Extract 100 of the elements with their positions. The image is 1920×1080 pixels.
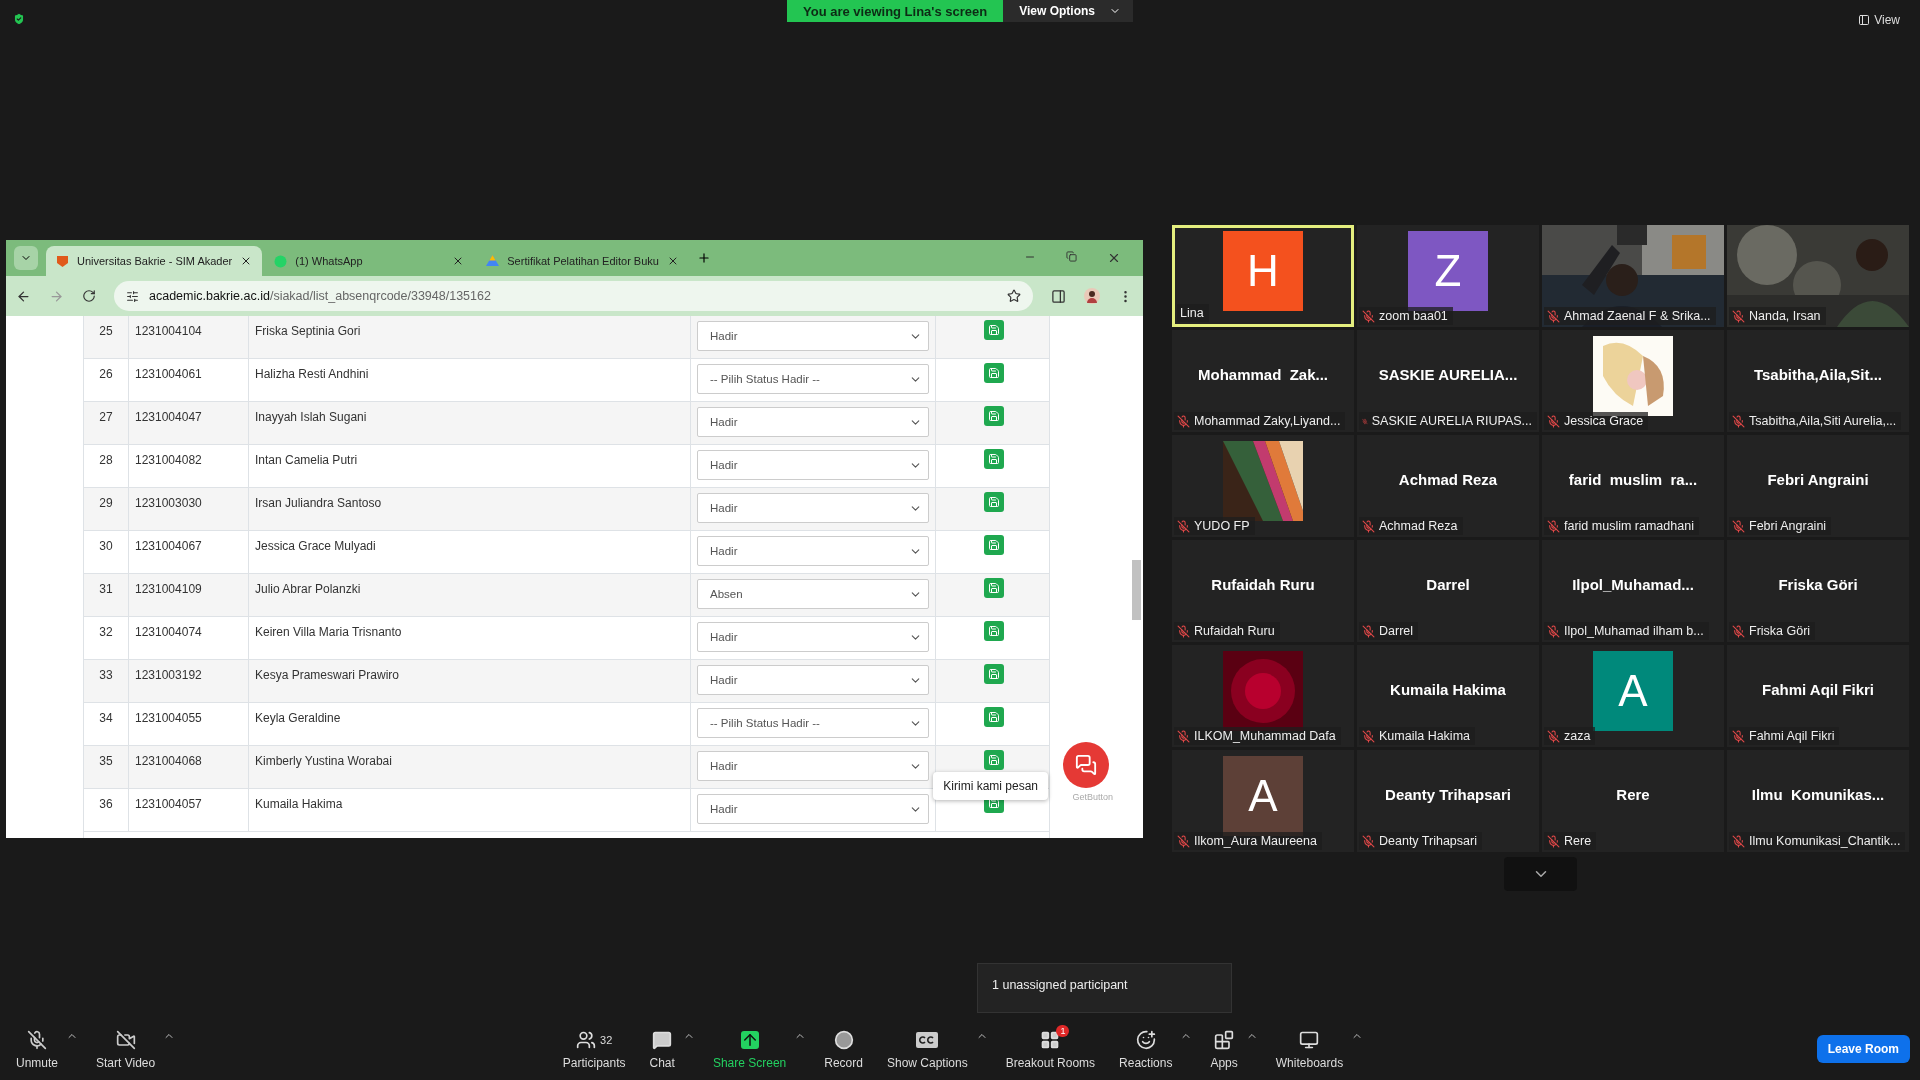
save-button[interactable]: [983, 621, 1004, 641]
record-button[interactable]: Record: [818, 1026, 869, 1072]
name-label: SASKIE AURELIA RIUPAS...: [1359, 412, 1537, 430]
viewing-banner: You are viewing Lina's screen: [787, 0, 1004, 22]
monitor-icon: [1299, 1030, 1320, 1050]
status-select[interactable]: Hadir: [697, 536, 929, 566]
captions-button[interactable]: Show Captions: [880, 1026, 974, 1072]
whiteboards-button[interactable]: Whiteboards: [1269, 1026, 1350, 1072]
participant-tile[interactable]: Fahmi Aqil Fikri Fahmi Aqil Fikri: [1727, 645, 1909, 747]
status-select[interactable]: Hadir: [697, 321, 929, 351]
student-id: 1231003030: [129, 488, 249, 530]
address-field[interactable]: academic.bakrie.ac.id/siakad/list_absenqrcode/33948/135162: [114, 281, 1033, 311]
participant-tile[interactable]: Febri Angraini Febri Angraini: [1727, 435, 1909, 537]
participant-tile[interactable]: Darrel Darrel: [1357, 540, 1539, 642]
browser-tab[interactable]: Sertifikat Pelatihan Editor Buku: [476, 246, 689, 276]
status-select[interactable]: Hadir: [697, 794, 929, 824]
view-button[interactable]: View: [1852, 12, 1906, 28]
name-label: Fahmi Aqil Fikri: [1729, 727, 1840, 745]
reactions-button[interactable]: Reactions: [1113, 1026, 1179, 1072]
leave-room-button[interactable]: Leave Room: [1816, 1035, 1910, 1063]
status-select[interactable]: Hadir: [697, 751, 929, 781]
status-select[interactable]: Hadir: [697, 665, 929, 695]
close-icon[interactable]: [1107, 251, 1121, 265]
participant-name: Rufaidah Ruru: [1211, 575, 1315, 593]
status-select[interactable]: Hadir: [697, 493, 929, 523]
save-button[interactable]: [983, 363, 1004, 383]
participant-tile[interactable]: YUDO FP: [1172, 435, 1354, 537]
profile-avatar-icon[interactable]: [1084, 288, 1100, 304]
save-button[interactable]: [983, 406, 1004, 426]
tab-list-button[interactable]: [14, 246, 38, 270]
name-label: Lina: [1177, 304, 1209, 322]
participant-name: Kumaila Hakima: [1390, 680, 1506, 698]
save-button[interactable]: [983, 320, 1004, 340]
participant-tile[interactable]: Deanty Trihapsari Deanty Trihapsari: [1357, 750, 1539, 852]
participant-tile[interactable]: Kumaila Hakima Kumaila Hakima: [1357, 645, 1539, 747]
participant-tile[interactable]: SASKIE AURELIA... SASKIE AURELIA RIUPAS...: [1357, 330, 1539, 432]
status-select[interactable]: Hadir: [697, 622, 929, 652]
row-number: 31: [84, 574, 129, 616]
new-tab-icon[interactable]: [696, 251, 711, 265]
participant-name: SASKIE AURELIA...: [1378, 365, 1518, 383]
share-button[interactable]: Share Screen: [706, 1026, 793, 1072]
view-options-button[interactable]: View Options: [1003, 0, 1133, 22]
save-button[interactable]: [983, 750, 1004, 770]
back-icon[interactable]: [16, 288, 31, 304]
participant-tile[interactable]: farid muslim ra... farid muslim ramadhani: [1542, 435, 1724, 537]
participant-tile[interactable]: Achmad Reza Achmad Reza: [1357, 435, 1539, 537]
participant-tile[interactable]: Nanda, Irsan: [1727, 225, 1909, 327]
unmute-button[interactable]: Unmute: [10, 1026, 65, 1072]
reload-icon[interactable]: [82, 289, 96, 303]
participant-tile[interactable]: Jessica Grace: [1542, 330, 1724, 432]
participant-name: Rere: [1616, 785, 1650, 803]
participant-tile[interactable]: Tsabitha,Aila,Sit... Tsabitha,Aila,Siti Aurelia,...: [1727, 330, 1909, 432]
site-info-icon[interactable]: [126, 289, 139, 303]
forward-icon[interactable]: [49, 288, 64, 304]
restore-icon[interactable]: [1066, 251, 1077, 262]
status-select[interactable]: Hadir: [697, 450, 929, 480]
participant-name: Mohammad Zak...: [1198, 365, 1328, 383]
participants-button[interactable]: 32 Participants: [556, 1026, 632, 1072]
muted-icon: [1547, 834, 1560, 848]
browser-tab[interactable]: (1) WhatsApp: [264, 246, 475, 276]
student-name: Friska Septinia Gori: [249, 316, 691, 358]
status-select[interactable]: -- Pilih Status Hadir --: [697, 364, 929, 394]
participant-tile[interactable]: H Lina: [1172, 225, 1354, 327]
participant-tile[interactable]: Ilmu Komunikas... Ilmu Komunikasi_Chantik...: [1727, 750, 1909, 852]
participant-tile[interactable]: A Ilkom_Aura Maureena: [1172, 750, 1354, 852]
browser-tab[interactable]: Universitas Bakrie - SIM Akader: [46, 246, 263, 276]
student-id: 1231004047: [129, 402, 249, 444]
participant-tile[interactable]: Rufaidah Ruru Rufaidah Ruru: [1172, 540, 1354, 642]
participant-tile[interactable]: Rere Rere: [1542, 750, 1724, 852]
star-icon[interactable]: [1007, 289, 1021, 303]
save-button[interactable]: [983, 664, 1004, 684]
muted-icon: [1362, 834, 1375, 848]
muted-icon: [1732, 519, 1745, 533]
participant-tile[interactable]: Ahmad Zaenal F & Srika...: [1542, 225, 1724, 327]
participant-tile[interactable]: Z zoom baa01: [1357, 225, 1539, 327]
status-select[interactable]: Absen: [697, 579, 929, 609]
name-label: Mohammad Zaky,Liyand...: [1174, 412, 1346, 430]
participant-tile[interactable]: Friska Göri Friska Göri: [1727, 540, 1909, 642]
shield-icon: [12, 12, 26, 26]
status-select[interactable]: -- Pilih Status Hadir --: [697, 708, 929, 738]
breakout-button[interactable]: Breakout Rooms 1: [999, 1026, 1102, 1072]
muted-icon: [1732, 309, 1745, 323]
video-button[interactable]: Start Video: [90, 1026, 162, 1072]
save-button[interactable]: [983, 492, 1004, 512]
row-number: 30: [84, 531, 129, 573]
save-button[interactable]: [983, 707, 1004, 727]
participant-tile[interactable]: ILKOM_Muhammad Dafa: [1172, 645, 1354, 747]
participant-tile[interactable]: Ilpol_Muhamad... Ilpol_Muhamad ilham b...: [1542, 540, 1724, 642]
chat-button[interactable]: Chat: [643, 1026, 681, 1072]
name-label: Tsabitha,Aila,Siti Aurelia,...: [1729, 412, 1902, 430]
status-select[interactable]: Hadir: [697, 407, 929, 437]
chat-widget-button[interactable]: [1063, 742, 1109, 788]
save-button[interactable]: [983, 535, 1004, 555]
participant-tile[interactable]: A zaza: [1542, 645, 1724, 747]
participant-tile[interactable]: Mohammad Zak... Mohammad Zaky,Liyand...: [1172, 330, 1354, 432]
save-button[interactable]: [983, 578, 1004, 598]
side-panel-icon[interactable]: [1051, 288, 1066, 304]
save-button[interactable]: [983, 449, 1004, 469]
apps-button[interactable]: Apps: [1204, 1026, 1244, 1072]
chat-icon: [652, 1030, 673, 1050]
